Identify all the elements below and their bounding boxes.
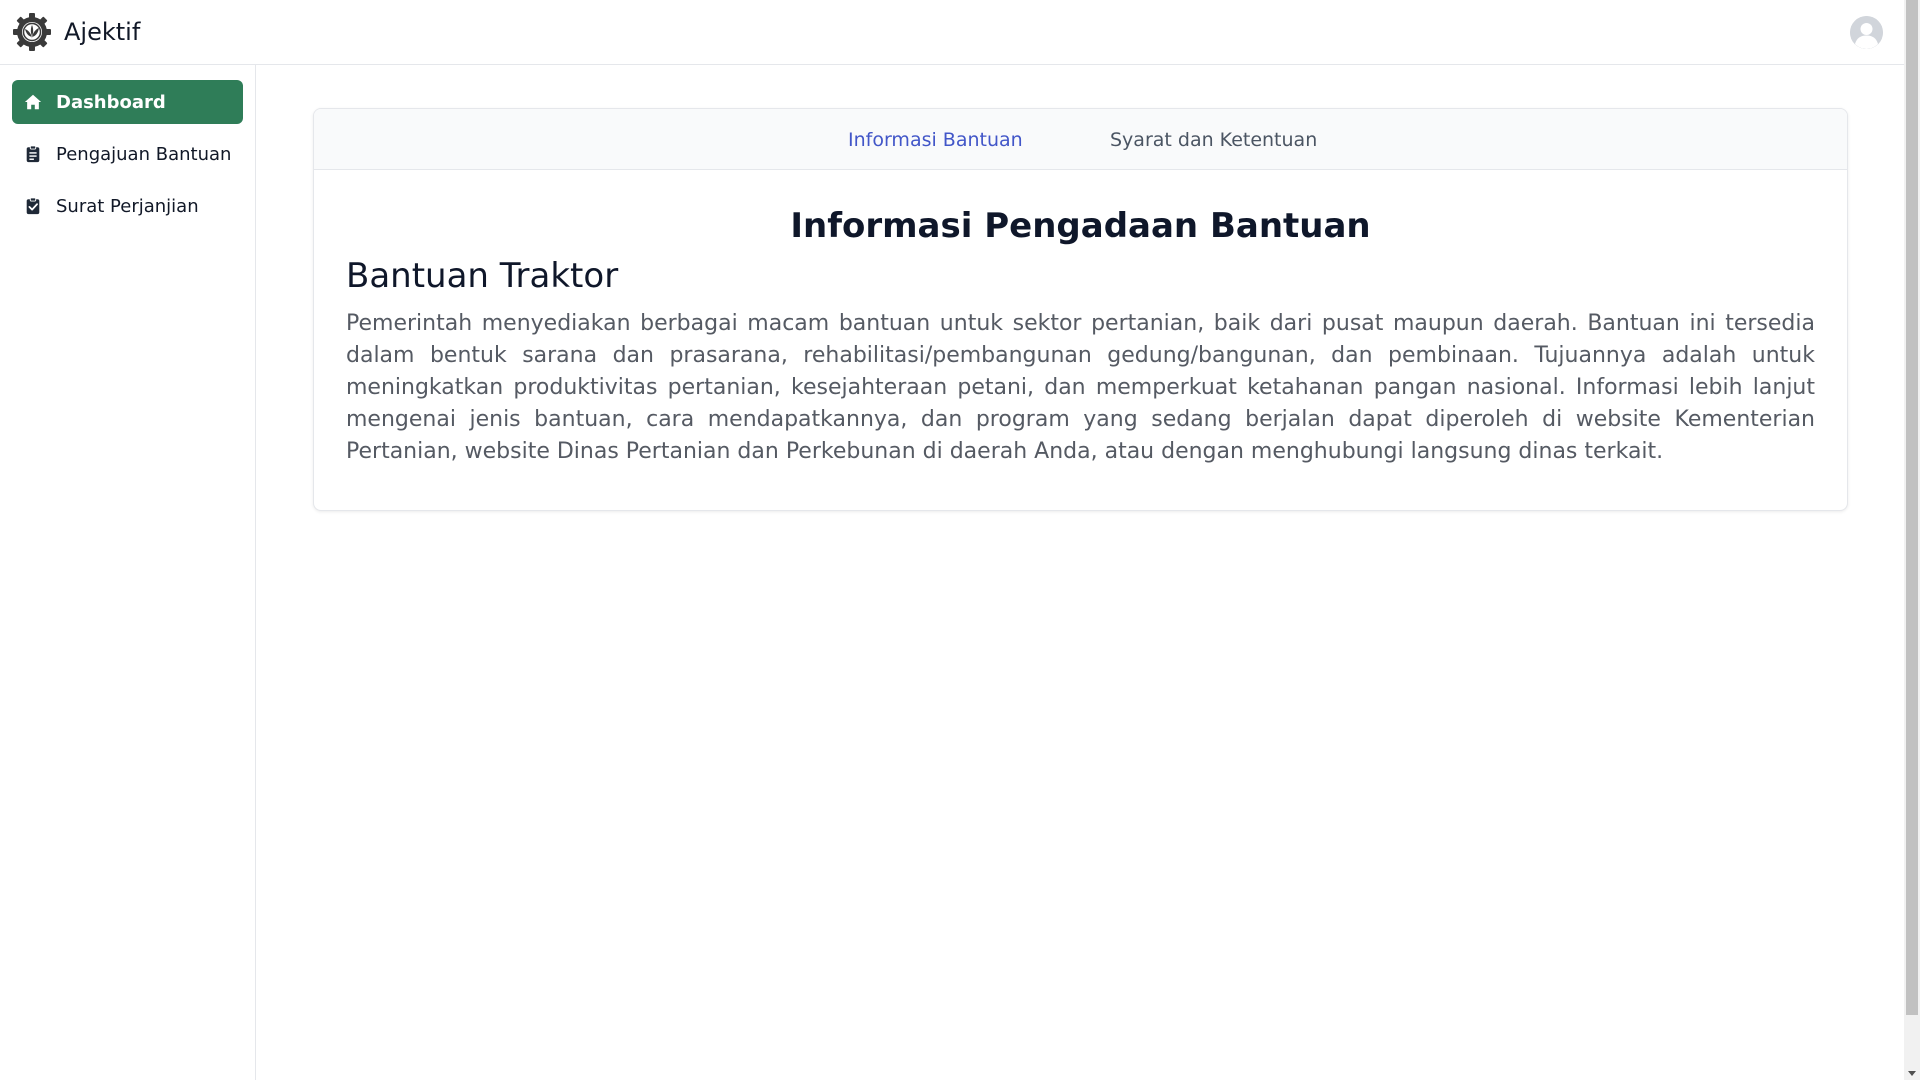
tab-informasi-bantuan[interactable]: Informasi Bantuan: [848, 129, 1023, 151]
avatar-silhouette: [1850, 16, 1883, 49]
gear-leaf-icon: [13, 13, 51, 51]
info-card: Informasi Bantuan Syarat dan Ketentuan I…: [313, 108, 1848, 511]
tab-syarat-dan-ketentuan[interactable]: Syarat dan Ketentuan: [1110, 129, 1317, 151]
sidebar-item-pengajuan-bantuan[interactable]: Pengajuan Bantuan: [12, 132, 243, 176]
sidebar-item-label: Pengajuan Bantuan: [56, 143, 232, 165]
clipboard-list-icon: [22, 143, 44, 165]
sidebar-item-label: Surat Perjanjian: [56, 195, 199, 217]
section-title: Bantuan Traktor: [346, 256, 619, 296]
sidebar-item-dashboard[interactable]: Dashboard: [12, 80, 243, 124]
description-text: Pemerintah menyediakan berbagai macam ba…: [346, 311, 1815, 464]
card-tabs: Informasi Bantuan Syarat dan Ketentuan: [314, 109, 1847, 170]
page-scrollbar[interactable]: [1904, 0, 1920, 1080]
sidebar-item-label: Dashboard: [56, 91, 166, 113]
sidebar-item-surat-perjanjian[interactable]: Surat Perjanjian: [12, 184, 243, 228]
sidebar: Dashboard Pengajuan Bantuan Surat Perjan…: [0, 65, 256, 1080]
home-icon: [22, 91, 44, 113]
scroll-down-arrow-icon[interactable]: [1908, 1071, 1916, 1076]
app-name: Ajektif: [64, 18, 141, 46]
brand[interactable]: Ajektif: [12, 12, 140, 52]
user-avatar-icon[interactable]: [1850, 16, 1883, 49]
card-body: Informasi Pengadaan Bantuan Bantuan Trak…: [314, 206, 1847, 468]
clipboard-check-icon: [22, 195, 44, 217]
top-navbar: Ajektif: [0, 0, 1904, 65]
scrollbar-thumb[interactable]: [1906, 0, 1918, 1015]
page-title: Informasi Pengadaan Bantuan: [790, 206, 1371, 246]
